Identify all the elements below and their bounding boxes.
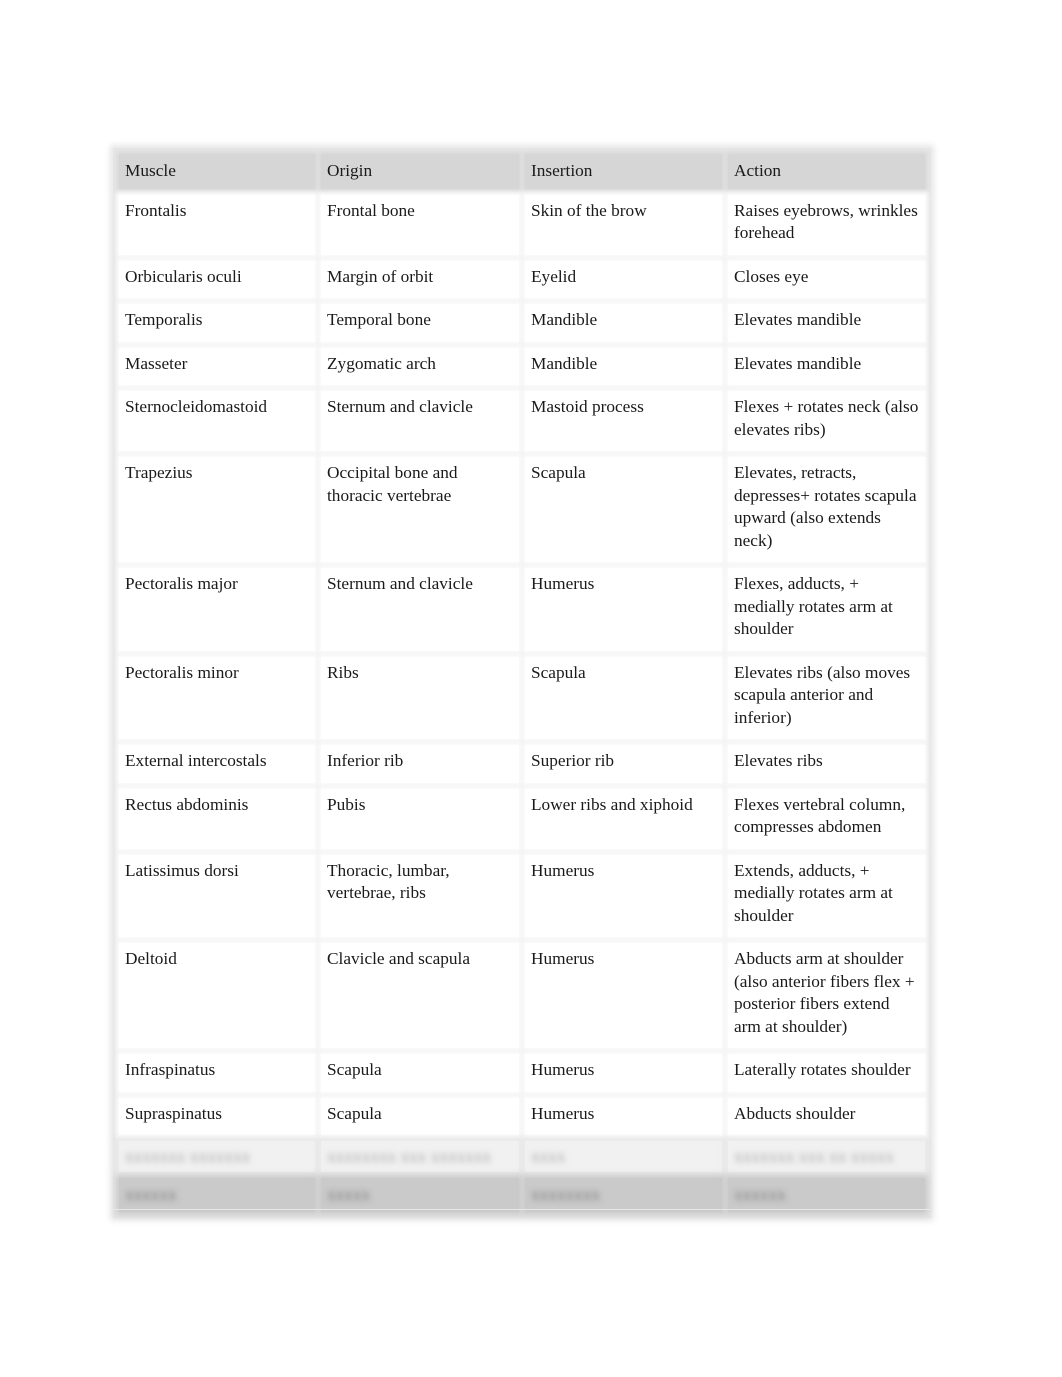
cell-action: Elevates mandible <box>728 304 925 342</box>
blurred-header-cell: xxxxxxxx <box>525 1177 722 1212</box>
cell-action: Closes eye <box>728 260 925 298</box>
cell-insertion: Superior rib <box>525 745 722 783</box>
cell-muscle: Temporalis <box>119 304 315 342</box>
table-row: Frontalis Frontal bone Skin of the brow Rai… <box>119 194 925 255</box>
cell-muscle: Infraspinatus <box>119 1054 315 1092</box>
cell-muscle: Orbicularis oculi <box>119 260 315 298</box>
cell-action: Abducts shoulder <box>728 1097 925 1135</box>
cell-insertion: Humerus <box>525 943 722 1048</box>
table-row: Orbicularis oculi Margin of orbit Eyelid Cl… <box>119 260 925 298</box>
table-row: Pectoralis major Sternum and clavicle Hume… <box>119 568 925 651</box>
cell-muscle: Supraspinatus <box>119 1097 315 1135</box>
cell-origin: Clavicle and scapula <box>321 943 519 1048</box>
cell-origin: Sternum and clavicle <box>321 391 519 451</box>
table-header-row: Muscle Origin Insertion Action <box>119 154 925 189</box>
cell-action: Flexes + rotates neck (also elevates rib… <box>728 391 925 451</box>
cell-insertion: Humerus <box>525 1054 722 1092</box>
cell-origin: Temporal bone <box>321 304 519 342</box>
cell-action: Abducts arm at shoulder (also anterior f… <box>728 943 925 1048</box>
cell-origin: Ribs <box>321 656 519 739</box>
cell-insertion: Mandible <box>525 347 722 385</box>
cell-insertion: Skin of the brow <box>525 194 722 255</box>
header-action: Action <box>728 154 925 189</box>
blurred-header-cell: xxxxxx <box>728 1177 925 1212</box>
table-row: External intercostals Inferior rib Superio… <box>119 745 925 783</box>
cell-origin: Scapula <box>321 1054 519 1092</box>
blurred-header-row: xxxxxx xxxxx xxxxxxxx xxxxxx <box>119 1177 925 1212</box>
blurred-table-row: xxxxxxx xxxxxxx xxxxxxxx xxx xxxxxxx xxxx x… <box>119 1141 925 1172</box>
blurred-cell: xxxxxxx xxxxxxx <box>119 1141 315 1172</box>
cell-insertion: Humerus <box>525 568 722 651</box>
cell-action: Laterally rotates shoulder <box>728 1054 925 1092</box>
cell-action: Elevates mandible <box>728 347 925 385</box>
blurred-cell: xxxxxxx xxx xx xxxxx <box>728 1141 925 1172</box>
cell-insertion: Humerus <box>525 854 722 937</box>
blurred-header-cell: xxxxxx <box>119 1177 315 1212</box>
cell-insertion: Eyelid <box>525 260 722 298</box>
cell-insertion: Mandible <box>525 304 722 342</box>
cell-origin: Zygomatic arch <box>321 347 519 385</box>
table-row: Latissimus dorsi Thoracic, lumbar, verteb… <box>119 854 925 937</box>
cell-insertion: Scapula <box>525 656 722 739</box>
cell-insertion: Scapula <box>525 457 722 562</box>
table-row: Trapezius Occipital bone and thoracic ver… <box>119 457 925 562</box>
cell-origin: Pubis <box>321 788 519 849</box>
cell-action: Extends, adducts, + medially rotates arm… <box>728 854 925 937</box>
cell-origin: Margin of orbit <box>321 260 519 298</box>
table-row: Pectoralis minor Ribs Scapula Elevates ribs… <box>119 656 925 739</box>
cell-insertion: Lower ribs and xiphoid <box>525 788 722 849</box>
cell-action: Elevates, retracts, depresses+ rotates s… <box>728 457 925 562</box>
cell-muscle: Frontalis <box>119 194 315 255</box>
table-row: Temporalis Temporal bone Mandible Elevates … <box>119 304 925 342</box>
blurred-cell: xxxxxxxx xxx xxxxxxx <box>321 1141 519 1172</box>
muscle-table-container: Muscle Origin Insertion Action Frontalis… <box>113 148 931 1218</box>
divider <box>113 1209 931 1210</box>
header-origin: Origin <box>321 154 519 189</box>
cell-action: Elevates ribs <box>728 745 925 783</box>
document-page: Muscle Origin Insertion Action Frontalis… <box>0 0 1062 1377</box>
cell-muscle: Latissimus dorsi <box>119 854 315 937</box>
cell-muscle: Rectus abdominis <box>119 788 315 849</box>
cell-muscle: Trapezius <box>119 457 315 562</box>
cell-muscle: Sternocleidomastoid <box>119 391 315 451</box>
table-row: Sternocleidomastoid Sternum and clavicle M… <box>119 391 925 451</box>
header-muscle: Muscle <box>119 154 315 189</box>
cell-origin: Scapula <box>321 1097 519 1135</box>
cell-origin: Inferior rib <box>321 745 519 783</box>
cell-muscle: External intercostals <box>119 745 315 783</box>
cell-insertion: Mastoid process <box>525 391 722 451</box>
cell-action: Flexes vertebral column, compresses abdo… <box>728 788 925 849</box>
muscle-table: Muscle Origin Insertion Action Frontalis… <box>113 148 931 1218</box>
cell-origin: Occipital bone and thoracic vertebrae <box>321 457 519 562</box>
blurred-cell: xxxx <box>525 1141 722 1172</box>
table-row: Deltoid Clavicle and scapula Humerus Abduct… <box>119 943 925 1048</box>
cell-action: Flexes, adducts, + medially rotates arm … <box>728 568 925 651</box>
cell-origin: Frontal bone <box>321 194 519 255</box>
cell-muscle: Pectoralis major <box>119 568 315 651</box>
cell-muscle: Masseter <box>119 347 315 385</box>
cell-muscle: Pectoralis minor <box>119 656 315 739</box>
cell-muscle: Deltoid <box>119 943 315 1048</box>
cell-origin: Sternum and clavicle <box>321 568 519 651</box>
cell-action: Raises eyebrows, wrinkles forehead <box>728 194 925 255</box>
blurred-header-cell: xxxxx <box>321 1177 519 1212</box>
table-row: Masseter Zygomatic arch Mandible Elevates m… <box>119 347 925 385</box>
table-row: Supraspinatus Scapula Humerus Abducts shoul… <box>119 1097 925 1135</box>
cell-insertion: Humerus <box>525 1097 722 1135</box>
cell-origin: Thoracic, lumbar, vertebrae, ribs <box>321 854 519 937</box>
table-row: Infraspinatus Scapula Humerus Laterally rot… <box>119 1054 925 1092</box>
header-insertion: Insertion <box>525 154 722 189</box>
cell-action: Elevates ribs (also moves scapula anteri… <box>728 656 925 739</box>
table-row: Rectus abdominis Pubis Lower ribs and xiph… <box>119 788 925 849</box>
